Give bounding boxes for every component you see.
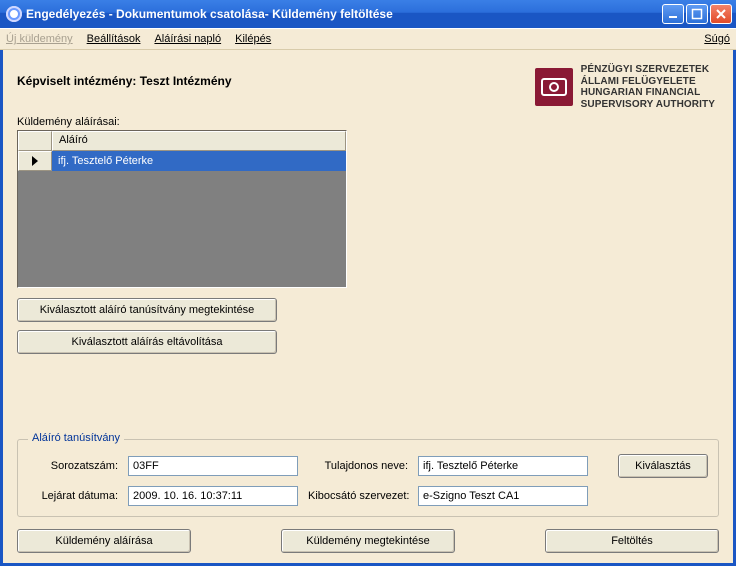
issuer-value: e-Szigno Teszt CA1 xyxy=(418,486,588,506)
sign-shipment-button[interactable]: Küldemény aláírása xyxy=(17,529,191,553)
owner-label: Tulajdonos neve: xyxy=(308,460,408,472)
maximize-button[interactable] xyxy=(686,4,708,24)
signers-section-label: Küldemény aláírásai: xyxy=(17,116,719,128)
serial-value: 03FF xyxy=(128,456,298,476)
expiry-value: 2009. 10. 16. 10:37:11 xyxy=(128,486,298,506)
grid-corner-cell xyxy=(18,131,52,151)
client-area: Képviselt intézmény: Teszt Intézmény PÉN… xyxy=(0,50,736,566)
row-marker-icon xyxy=(32,156,38,166)
menu-exit[interactable]: Kilépés xyxy=(235,33,271,45)
select-certificate-button[interactable]: Kiválasztás xyxy=(618,454,708,478)
table-row[interactable]: ifj. Tesztelő Péterke xyxy=(18,151,346,171)
menu-new-shipment: Új küldemény xyxy=(6,33,73,45)
upload-button[interactable]: Feltöltés xyxy=(545,529,719,553)
owner-value: ifj. Tesztelő Péterke xyxy=(418,456,588,476)
view-certificate-button[interactable]: Kiválasztott aláíró tanúsítvány megtekin… xyxy=(17,298,277,322)
close-button[interactable] xyxy=(710,4,732,24)
grid-col-header[interactable]: Aláíró xyxy=(52,131,346,151)
minimize-button[interactable] xyxy=(662,4,684,24)
expiry-label: Lejárat dátuma: xyxy=(28,490,118,502)
menu-settings[interactable]: Beállítások xyxy=(87,33,141,45)
menu-sign-log[interactable]: Aláírási napló xyxy=(154,33,221,45)
signers-grid[interactable]: Aláíró ifj. Tesztelő Péterke xyxy=(17,130,347,288)
window-titlebar: Engedélyezés - Dokumentumok csatolása- K… xyxy=(0,0,736,28)
authority-text: PÉNZÜGYI SZERVEZETEK ÁLLAMI FELÜGYELETE … xyxy=(581,64,715,110)
institution-label: Képviselt intézmény: Teszt Intézmény xyxy=(17,74,232,88)
window-title: Engedélyezés - Dokumentumok csatolása- K… xyxy=(22,7,662,21)
authority-block: PÉNZÜGYI SZERVEZETEK ÁLLAMI FELÜGYELETE … xyxy=(535,64,715,110)
menu-help[interactable]: Súgó xyxy=(704,33,730,45)
app-icon xyxy=(6,6,22,22)
bottom-actions: Küldemény aláírása Küldemény megtekintés… xyxy=(17,529,719,553)
remove-signature-button[interactable]: Kiválasztott aláírás eltávolítása xyxy=(17,330,277,354)
issuer-label: Kibocsátó szervezet: xyxy=(308,490,408,502)
menubar: Új küldemény Beállítások Aláírási napló … xyxy=(0,28,736,50)
row-header xyxy=(18,151,52,171)
window-controls xyxy=(662,4,732,24)
certificate-legend: Aláíró tanúsítvány xyxy=(28,432,124,444)
serial-label: Sorozatszám: xyxy=(28,460,118,472)
certificate-fieldset: Aláíró tanúsítvány Sorozatszám: 03FF Tul… xyxy=(17,439,719,517)
grid-header: Aláíró xyxy=(18,131,346,151)
row-cell-name[interactable]: ifj. Tesztelő Péterke xyxy=(52,151,346,171)
view-shipment-button[interactable]: Küldemény megtekintése xyxy=(281,529,455,553)
authority-logo-icon xyxy=(535,68,573,106)
